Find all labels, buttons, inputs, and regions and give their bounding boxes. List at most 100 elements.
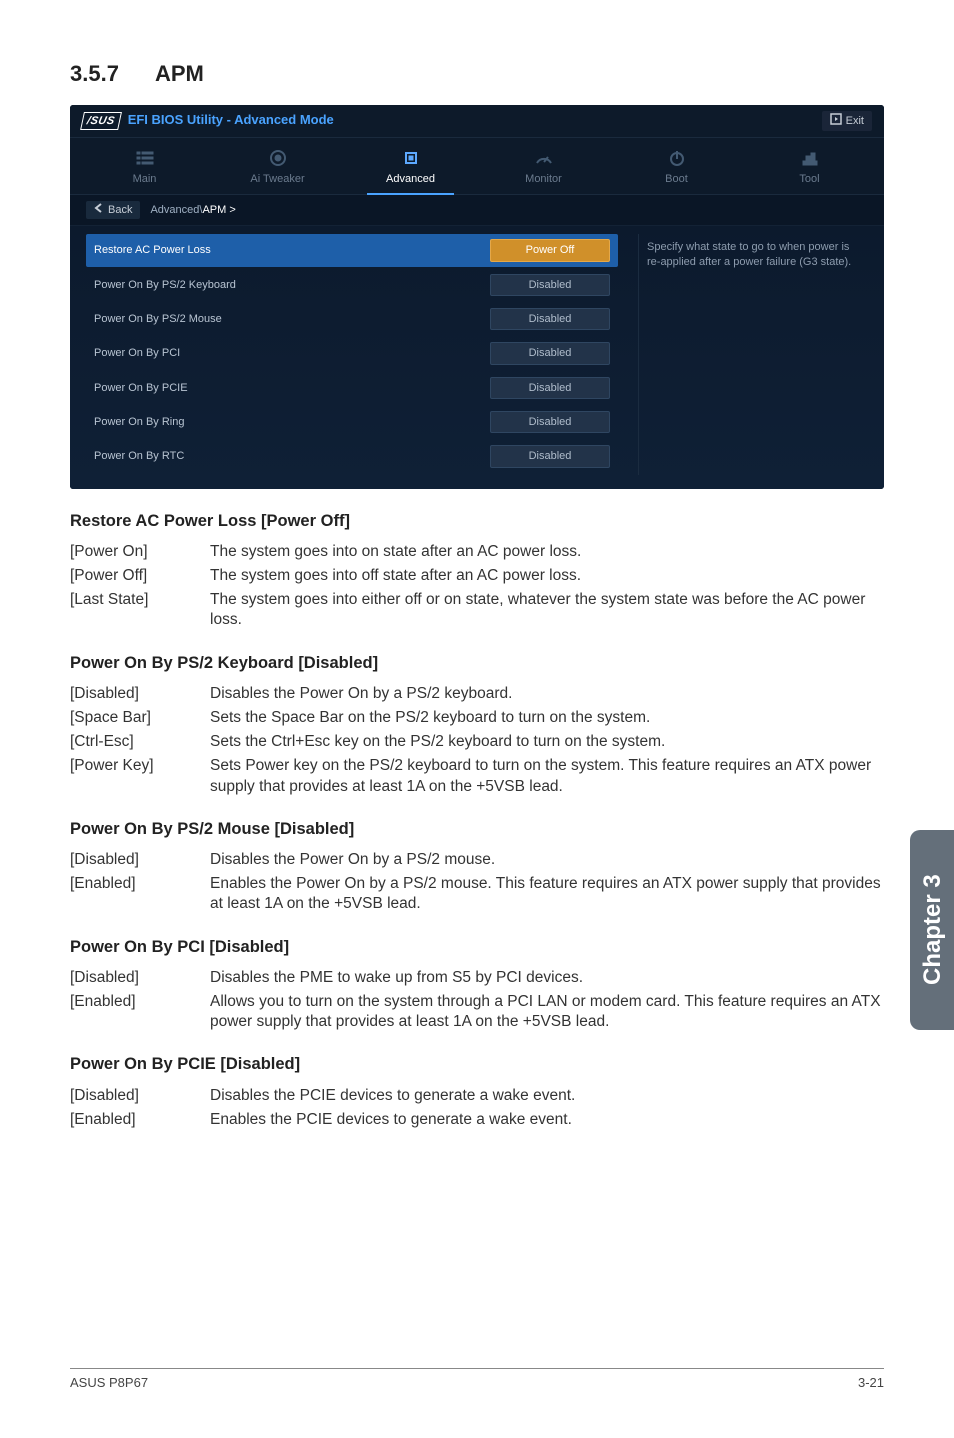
definition-term: [Disabled] <box>70 850 210 870</box>
setting-label: Power On By PCI <box>94 346 180 360</box>
tab-tool[interactable]: Tool <box>755 148 864 194</box>
definition-term: [Space Bar] <box>70 708 210 728</box>
chapter-label: Chapter 3 <box>916 875 947 986</box>
tab-label: Monitor <box>489 172 598 186</box>
definition-row: [Disabled]Disables the PME to wake up fr… <box>70 968 884 988</box>
definition-description: The system goes into on state after an A… <box>210 542 884 562</box>
chapter-tab: Chapter 3 <box>910 830 954 1030</box>
definition-row: [Space Bar]Sets the Space Bar on the PS/… <box>70 708 884 728</box>
definition-description: The system goes into off state after an … <box>210 566 884 586</box>
definition-row: [Enabled]Enables the Power On by a PS/2 … <box>70 874 884 914</box>
setting-power-on-ps2-keyboard[interactable]: Power On By PS/2 Keyboard Disabled <box>86 269 618 301</box>
gauge-icon <box>489 148 598 168</box>
definition-row: [Ctrl-Esc]Sets the Ctrl+Esc key on the P… <box>70 732 884 752</box>
bios-tabs: Main Ai Tweaker Advanced Monitor Boot To… <box>70 138 884 195</box>
definition-description: Enables the PCIE devices to generate a w… <box>210 1110 884 1130</box>
definition-row: [Enabled]Enables the PCIE devices to gen… <box>70 1110 884 1130</box>
setting-label: Power On By PS/2 Keyboard <box>94 278 236 292</box>
setting-label: Power On By PS/2 Mouse <box>94 312 222 326</box>
definition-row: [Disabled]Disables the PCIE devices to g… <box>70 1086 884 1106</box>
definition-description: Sets the Space Bar on the PS/2 keyboard … <box>210 708 884 728</box>
breadcrumb-current: APM > <box>202 204 235 216</box>
definition-row: [Power Off]The system goes into off stat… <box>70 566 884 586</box>
tab-boot[interactable]: Boot <box>622 148 731 194</box>
tab-monitor[interactable]: Monitor <box>489 148 598 194</box>
setting-power-on-pci[interactable]: Power On By PCI Disabled <box>86 337 618 369</box>
heading: 3.5.7 APM <box>70 60 884 89</box>
definition-term: [Enabled] <box>70 874 210 914</box>
setting-value[interactable]: Disabled <box>490 274 610 296</box>
definition-term: [Disabled] <box>70 1086 210 1106</box>
definition-row: [Disabled]Disables the Power On by a PS/… <box>70 850 884 870</box>
setting-power-on-ps2-mouse[interactable]: Power On By PS/2 Mouse Disabled <box>86 303 618 335</box>
heading-title: APM <box>155 60 204 89</box>
bios-titlebar: /SUS EFI BIOS Utility - Advanced Mode Ex… <box>70 105 884 138</box>
bios-help-panel: Specify what state to go to when power i… <box>638 234 868 474</box>
back-button[interactable]: Back <box>86 201 140 219</box>
setting-value[interactable]: Disabled <box>490 445 610 467</box>
cpu-icon <box>223 148 332 168</box>
bios-help-text: Specify what state to go to when power i… <box>647 240 860 269</box>
footer-left: ASUS P8P67 <box>70 1375 148 1392</box>
asus-logo: /SUS <box>80 112 122 130</box>
definition-description: Disables the Power On by a PS/2 keyboard… <box>210 684 884 704</box>
tool-icon <box>755 148 864 168</box>
tab-label: Boot <box>622 172 731 186</box>
tab-label: Ai Tweaker <box>223 172 332 186</box>
definition-row: [Enabled]Allows you to turn on the syste… <box>70 992 884 1032</box>
definition-row: [Last State]The system goes into either … <box>70 590 884 630</box>
section-heading: Power On By PCI [Disabled] <box>70 937 884 958</box>
tab-label: Advanced <box>356 172 465 186</box>
setting-power-on-ring[interactable]: Power On By Ring Disabled <box>86 406 618 438</box>
heading-number: 3.5.7 <box>70 60 119 89</box>
breadcrumb-prefix: Advanced\ <box>150 204 202 216</box>
power-icon <box>622 148 731 168</box>
setting-restore-ac-power[interactable]: Restore AC Power Loss Power Off <box>86 234 618 266</box>
setting-label: Power On By Ring <box>94 415 184 429</box>
definition-row: [Power Key]Sets Power key on the PS/2 ke… <box>70 756 884 796</box>
exit-button[interactable]: Exit <box>822 111 872 131</box>
definition-term: [Ctrl-Esc] <box>70 732 210 752</box>
setting-label: Power On By RTC <box>94 449 184 463</box>
exit-label: Exit <box>846 114 864 128</box>
definition-row: [Disabled]Disables the Power On by a PS/… <box>70 684 884 704</box>
setting-value[interactable]: Disabled <box>490 308 610 330</box>
tab-ai-tweaker[interactable]: Ai Tweaker <box>223 148 332 194</box>
section-heading: Power On By PS/2 Mouse [Disabled] <box>70 819 884 840</box>
page-footer: ASUS P8P67 3-21 <box>70 1368 884 1392</box>
tab-advanced[interactable]: Advanced <box>356 148 465 194</box>
section-heading: Power On By PS/2 Keyboard [Disabled] <box>70 653 884 674</box>
definition-term: [Power On] <box>70 542 210 562</box>
definition-term: [Power Key] <box>70 756 210 796</box>
definition-description: The system goes into either off or on st… <box>210 590 884 630</box>
setting-value[interactable]: Power Off <box>490 239 610 261</box>
tab-label: Tool <box>755 172 864 186</box>
definition-description: Allows you to turn on the system through… <box>210 992 884 1032</box>
definition-description: Enables the Power On by a PS/2 mouse. Th… <box>210 874 884 914</box>
footer-right: 3-21 <box>858 1375 884 1392</box>
tab-main[interactable]: Main <box>90 148 199 194</box>
definition-description: Disables the PCIE devices to generate a … <box>210 1086 884 1106</box>
section-heading: Restore AC Power Loss [Power Off] <box>70 511 884 532</box>
setting-power-on-rtc[interactable]: Power On By RTC Disabled <box>86 440 618 472</box>
definition-description: Disables the PME to wake up from S5 by P… <box>210 968 884 988</box>
setting-label: Restore AC Power Loss <box>94 243 211 257</box>
definition-term: [Disabled] <box>70 968 210 988</box>
bios-settings-list: Restore AC Power Loss Power Off Power On… <box>86 234 618 474</box>
bios-screenshot: /SUS EFI BIOS Utility - Advanced Mode Ex… <box>70 105 884 489</box>
list-icon <box>90 148 199 168</box>
setting-value[interactable]: Disabled <box>490 377 610 399</box>
definition-description: Disables the Power On by a PS/2 mouse. <box>210 850 884 870</box>
back-label: Back <box>108 203 132 217</box>
setting-power-on-pcie[interactable]: Power On By PCIE Disabled <box>86 372 618 404</box>
section-heading: Power On By PCIE [Disabled] <box>70 1054 884 1075</box>
setting-value[interactable]: Disabled <box>490 342 610 364</box>
definition-description: Sets the Ctrl+Esc key on the PS/2 keyboa… <box>210 732 884 752</box>
exit-icon <box>830 113 842 129</box>
definition-term: [Last State] <box>70 590 210 630</box>
bios-body: Restore AC Power Loss Power Off Power On… <box>70 226 884 488</box>
setting-value[interactable]: Disabled <box>490 411 610 433</box>
setting-label: Power On By PCIE <box>94 381 188 395</box>
definition-term: [Disabled] <box>70 684 210 704</box>
chip-icon <box>356 148 465 168</box>
